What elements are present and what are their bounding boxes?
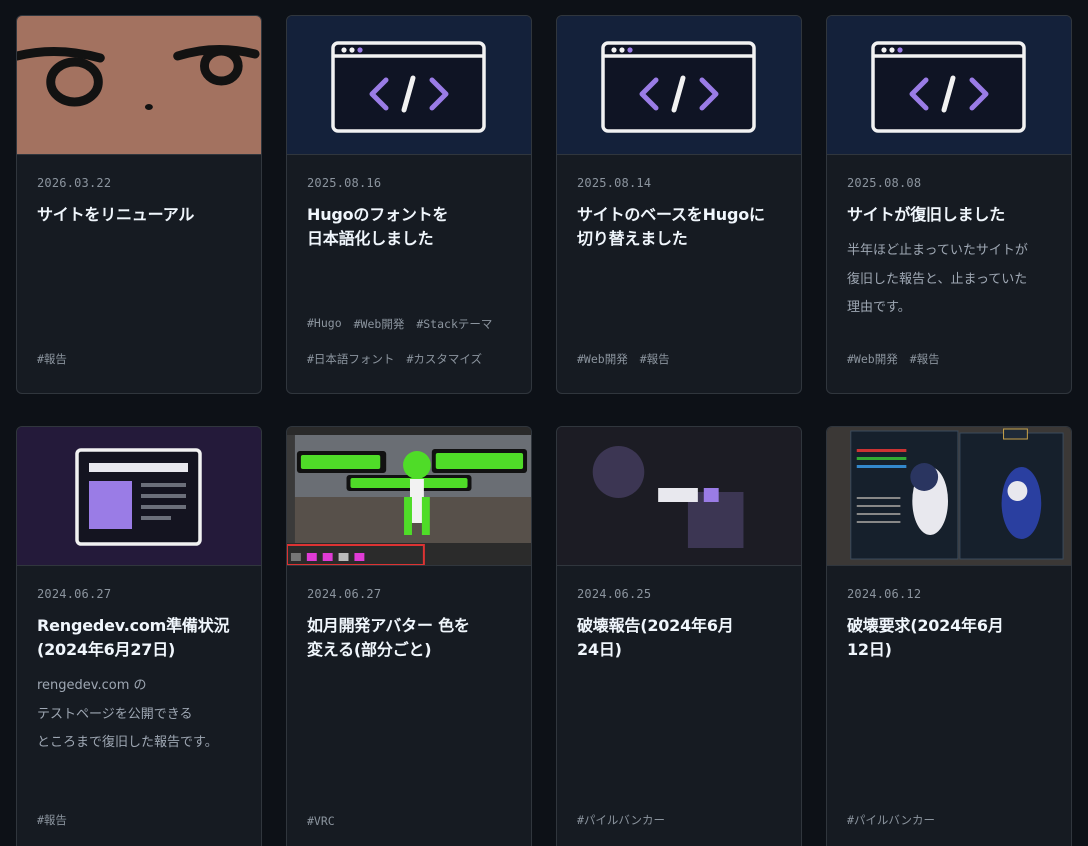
article-title[interactable]: サイトのベースをHugoに 切り替えました [577, 203, 781, 251]
code-window-thumbnail [827, 16, 1071, 154]
photo-face-thumbnail [17, 16, 261, 154]
article-body: 2024.06.12 破壊要求(2024年6月 12日) [827, 566, 1071, 662]
tag-link[interactable]: #報告 [640, 351, 670, 367]
article-card[interactable]: 2025.08.16 Hugoのフォントを 日本語化しました #Hugo #Web開発… [286, 15, 532, 394]
article-date: 2024.06.27 [307, 587, 382, 601]
article-body: 2025.08.16 Hugoのフォントを 日本語化しました [287, 155, 531, 251]
article-date: 2024.06.12 [847, 587, 922, 601]
webpage-layout-thumbnail [17, 427, 261, 565]
article-tags: #パイルバンカー [847, 812, 1061, 828]
avatar-screenshot-thumbnail [287, 427, 531, 565]
article-title[interactable]: 如月開発アバター 色を 変える(部分ごと) [307, 614, 511, 662]
article-date: 2024.06.27 [37, 587, 112, 601]
abstract-shapes-thumbnail [557, 427, 801, 565]
article-title[interactable]: Hugoのフォントを 日本語化しました [307, 203, 511, 251]
tag-link[interactable]: #カスタマイズ [406, 351, 482, 367]
article-body: 2026.03.22 サイトをリニューアル [17, 155, 261, 227]
article-card[interactable]: 2024.06.27 如月開発アバター 色を 変える(部分ごと) #VRC [286, 426, 532, 846]
article-date: 2024.06.25 [577, 587, 652, 601]
tag-link[interactable]: #報告 [37, 351, 67, 367]
tag-link[interactable]: #VRC [307, 814, 335, 828]
article-title[interactable]: 破壊要求(2024年6月 12日) [847, 614, 1051, 662]
article-card[interactable]: 2024.06.27 Rengedev.com準備状況 (2024年6月27日) r… [16, 426, 262, 846]
article-thumbnail[interactable] [557, 427, 801, 566]
article-body: 2025.08.14 サイトのベースをHugoに 切り替えました [557, 155, 801, 251]
article-date: 2025.08.16 [307, 176, 382, 190]
article-card[interactable]: 2026.03.22 サイトをリニューアル #報告 [16, 15, 262, 394]
tag-link[interactable]: #Web開発 [354, 316, 405, 332]
article-thumbnail[interactable] [17, 427, 261, 566]
tag-link[interactable]: #日本語フォント [307, 351, 394, 367]
article-card[interactable]: 2025.08.14 サイトのベースをHugoに 切り替えました #Web開発 #報告 [556, 15, 802, 394]
article-tags: #報告 [37, 812, 251, 828]
article-thumbnail[interactable] [287, 16, 531, 155]
article-thumbnail[interactable] [557, 16, 801, 155]
code-window-thumbnail [557, 16, 801, 154]
article-tags: #VRC [307, 814, 521, 828]
tag-link[interactable]: #Web開発 [577, 351, 628, 367]
tag-link[interactable]: #Hugo [307, 316, 342, 332]
article-body: 2024.06.27 Rengedev.com準備状況 (2024年6月27日) r… [17, 566, 261, 758]
article-description: rengedev.com の テストページを公開できる ところまで復旧した報告で… [37, 678, 218, 750]
tag-link[interactable]: #報告 [910, 351, 940, 367]
tag-link[interactable]: #Web開発 [847, 351, 898, 367]
article-tags: #Hugo #Web開発 #Stackテーマ #日本語フォント #カスタマイズ [307, 316, 521, 367]
article-tags: #報告 [37, 351, 251, 367]
article-body: 2024.06.27 如月開発アバター 色を 変える(部分ごと) [287, 566, 531, 662]
article-date: 2026.03.22 [37, 176, 112, 190]
article-body: 2024.06.25 破壊報告(2024年6月 24日) [557, 566, 801, 662]
article-body: 2025.08.08 サイトが復旧しました半年ほど止まっていたサイトが 復旧した報… [827, 155, 1071, 323]
article-card[interactable]: 2024.06.12 破壊要求(2024年6月 12日) #パイルバンカー [826, 426, 1072, 846]
article-title[interactable]: Rengedev.com準備状況 (2024年6月27日) [37, 614, 241, 662]
tag-link[interactable]: #Stackテーマ [416, 316, 492, 332]
tag-link[interactable]: #パイルバンカー [577, 812, 665, 828]
article-date: 2025.08.08 [847, 176, 922, 190]
article-title[interactable]: サイトが復旧しました [847, 203, 1051, 227]
article-grid: 2026.03.22 サイトをリニューアル #報告 2025.08.16 Hugoのフ… [16, 15, 1072, 846]
article-title[interactable]: 破壊報告(2024年6月 24日) [577, 614, 781, 662]
article-tags: #Web開発 #報告 [847, 351, 1061, 367]
tag-link[interactable]: #報告 [37, 812, 67, 828]
article-date: 2025.08.14 [577, 176, 652, 190]
article-card[interactable]: 2025.08.08 サイトが復旧しました半年ほど止まっていたサイトが 復旧した報… [826, 15, 1072, 394]
article-card[interactable]: 2024.06.25 破壊報告(2024年6月 24日) #パイルバンカー [556, 426, 802, 846]
code-window-thumbnail [287, 16, 531, 154]
tag-link[interactable]: #パイルバンカー [847, 812, 935, 828]
article-description: 半年ほど止まっていたサイトが 復旧した報告と、止まっていた 理由です。 [847, 243, 1028, 315]
article-tags: #Web開発 #報告 [577, 351, 791, 367]
article-thumbnail[interactable] [17, 16, 261, 155]
article-tags: #パイルバンカー [577, 812, 791, 828]
article-thumbnail[interactable] [287, 427, 531, 566]
article-thumbnail[interactable] [827, 16, 1071, 155]
article-thumbnail[interactable] [827, 427, 1071, 566]
article-title[interactable]: サイトをリニューアル [37, 203, 241, 227]
game-menu-screenshot-thumbnail [827, 427, 1071, 565]
